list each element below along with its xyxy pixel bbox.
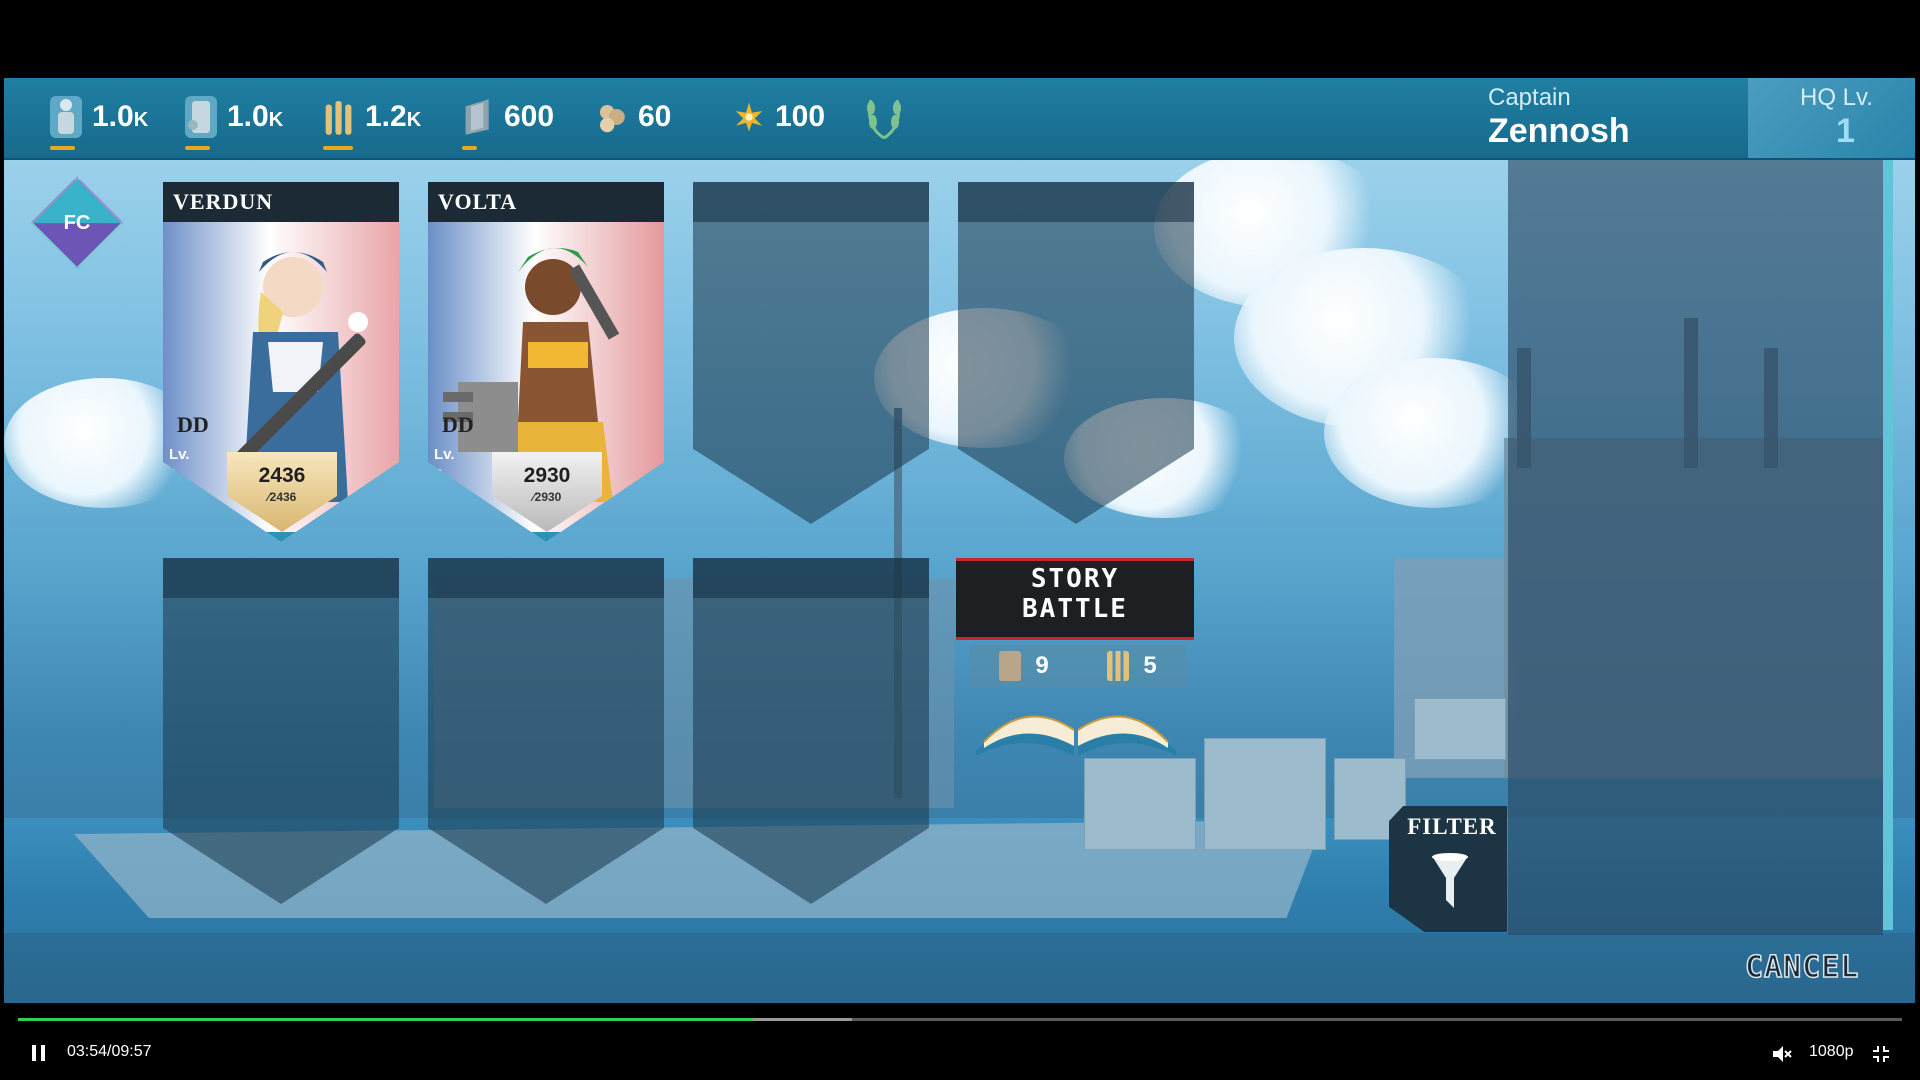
bottom-strip	[4, 933, 1915, 1003]
resource-fuel[interactable]: 1.0K	[185, 78, 283, 156]
character-card-volta[interactable]: VOLTA DD Lv. 2 2930 ⁄2930	[428, 182, 664, 542]
resource-steel-bar	[462, 146, 477, 150]
ship-class-label: DD	[442, 412, 474, 437]
cargo-crate	[1084, 758, 1196, 850]
card-portrait: DD Lv. 1 2436 ⁄2436	[163, 222, 399, 542]
level-strip	[428, 532, 646, 542]
captain-name: Zennosh	[1488, 112, 1630, 150]
ammo-cost: 5	[1107, 651, 1157, 681]
pause-icon[interactable]	[32, 1045, 46, 1061]
resource-steel[interactable]: 600	[462, 78, 554, 156]
ammo-cost-value: 5	[1143, 652, 1157, 679]
hp-max: ⁄2436	[267, 490, 297, 504]
filter-label: FILTER	[1407, 814, 1497, 839]
level-label: Lv.	[169, 446, 190, 463]
card-name: VERDUN	[163, 182, 399, 222]
cancel-button[interactable]: CANCEL	[1744, 949, 1859, 986]
fleet-list-panel	[1508, 160, 1883, 935]
resource-ammo[interactable]: 1.2K	[323, 78, 421, 156]
story-battle-title: STORY BATTLE	[1022, 564, 1128, 624]
resource-soldiers-bar	[50, 146, 75, 150]
level-label: Lv.	[434, 446, 455, 463]
card-portrait: DD Lv. 2 2930 ⁄2930	[428, 222, 664, 542]
fuel-cost: 9	[999, 651, 1049, 681]
steel-icon	[462, 96, 494, 138]
medal-icon	[733, 96, 765, 138]
ammo-icon	[323, 96, 355, 138]
resource-steel-value: 600	[504, 100, 555, 133]
mute-icon[interactable]	[1772, 1045, 1792, 1063]
resource-medals-value: 100	[775, 100, 826, 133]
exit-fullscreen-icon[interactable]	[1872, 1045, 1890, 1063]
story-battle-cost: 9 5	[970, 645, 1186, 687]
fuel-icon	[185, 96, 217, 138]
ammo-icon	[1107, 651, 1130, 681]
resource-bauxite-value: 60	[638, 100, 672, 133]
bauxite-icon	[596, 96, 628, 138]
soldier-icon	[50, 96, 82, 138]
faction-badge-label: FC	[63, 212, 91, 234]
fuel-icon	[999, 651, 1022, 681]
character-card-verdun[interactable]: VERDUN DD Lv. 1 2436 ⁄2436	[163, 182, 399, 542]
resource-ammo-bar	[323, 146, 353, 150]
level-value: 1	[169, 466, 178, 483]
scrollbar[interactable]	[1883, 160, 1893, 930]
hp-value: 2436	[258, 464, 306, 487]
quality-selector[interactable]: 1080p	[1809, 1043, 1854, 1061]
resource-bauxite[interactable]: 60	[596, 78, 671, 156]
laurel-icon[interactable]	[863, 90, 905, 142]
card-name: VOLTA	[428, 182, 664, 222]
video-progress-bar	[18, 1018, 753, 1021]
resource-medals[interactable]: 100	[733, 78, 825, 156]
captain-label: Captain	[1488, 84, 1571, 111]
fuel-cost-value: 9	[1035, 652, 1049, 679]
cargo-crate	[1414, 698, 1506, 760]
hp-max: ⁄2930	[532, 490, 562, 504]
book-icon[interactable]	[966, 690, 1186, 758]
level-value: 2	[434, 466, 443, 483]
hq-level-label: HQ Lv.	[1800, 84, 1873, 111]
cargo-crate	[1204, 738, 1326, 850]
filter-funnel-icon	[1432, 853, 1468, 908]
level-strip	[163, 532, 381, 542]
resource-fuel-bar	[185, 146, 210, 150]
resource-soldiers-value: 1.0K	[92, 100, 149, 133]
ship-class-label: DD	[177, 412, 209, 437]
hq-level-value: 1	[1836, 112, 1855, 150]
hp-value: 2930	[523, 464, 571, 487]
resource-ammo-value: 1.2K	[365, 100, 422, 133]
resource-soldiers[interactable]: 1.0K	[50, 78, 148, 156]
video-time: 03:54/09:57	[67, 1043, 152, 1060]
resource-fuel-value: 1.0K	[227, 100, 284, 133]
